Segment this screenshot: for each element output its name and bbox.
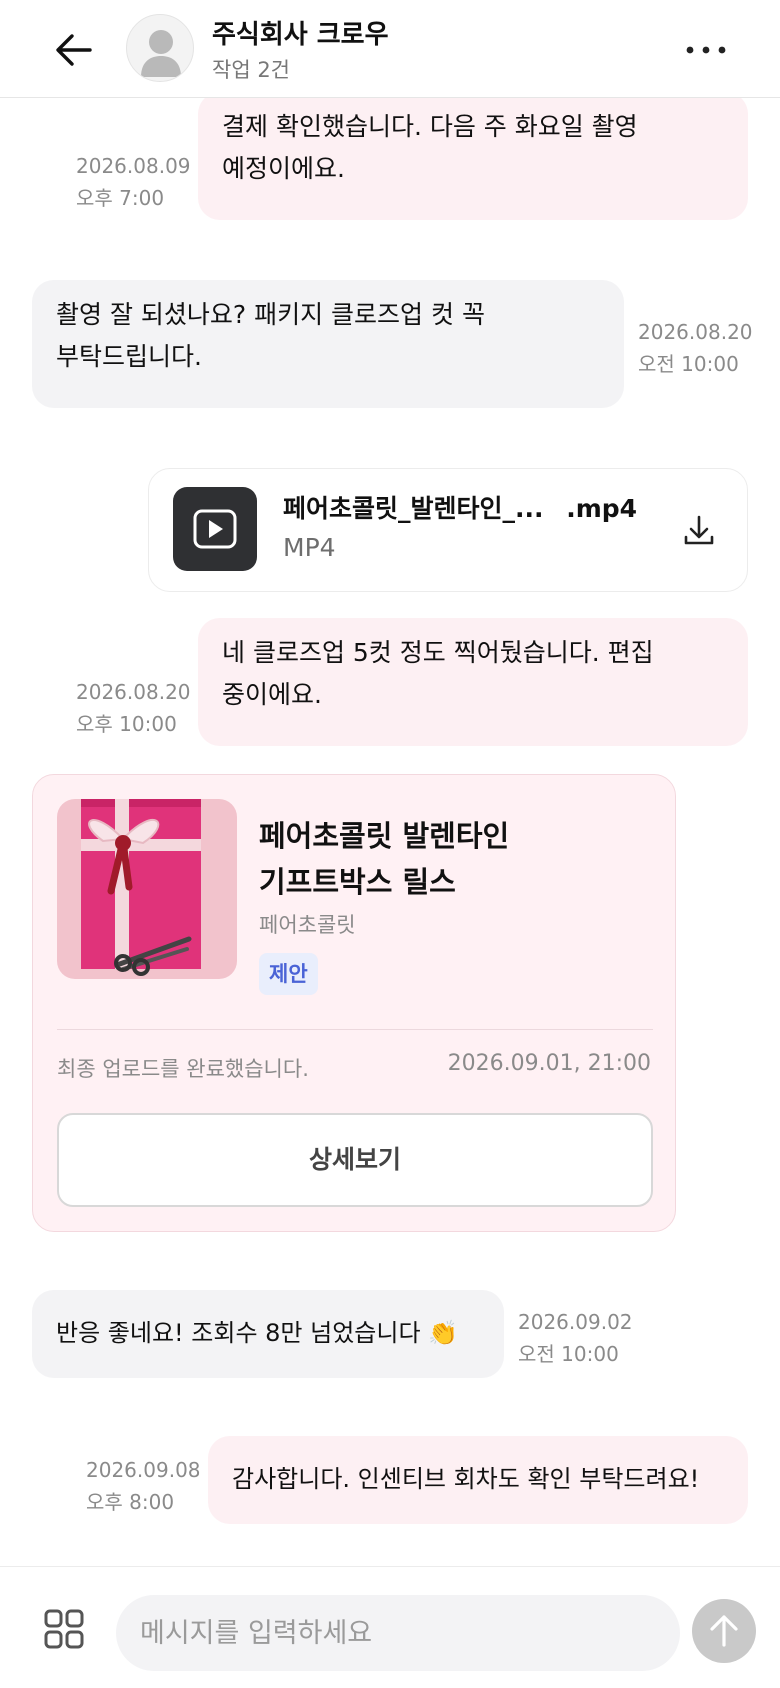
file-name-start: 페어초콜릿_발렌타인_...	[283, 494, 544, 523]
arrow-up-icon	[710, 1615, 738, 1647]
their-message-bubble: 반응 좋네요! 조회수 8만 넘었습니다 👏	[32, 1290, 504, 1378]
more-horizontal-icon	[686, 46, 726, 54]
file-attachment-card[interactable]: 페어초콜릿_발렌타인_... .mp4 MP4	[148, 468, 748, 592]
attachment-menu-button[interactable]	[42, 1607, 86, 1655]
my-message-bubble: 감사합니다. 인센티브 회차도 확인 부탁드려요!	[208, 1436, 748, 1524]
my-message-bubble: 결제 확인했습니다. 다음 주 화요일 촬영 예정이에요.	[198, 98, 748, 220]
message-timestamp: 2026.08.20 오전 10:00	[638, 316, 753, 380]
status-badge: 제안	[259, 953, 318, 995]
message-time: 오후 8:00	[86, 1490, 175, 1514]
grid-icon	[44, 1609, 84, 1649]
message-date: 2026.09.08	[86, 1458, 201, 1482]
message-input-bar	[0, 1566, 780, 1688]
video-thumbnail	[173, 487, 257, 571]
message-timestamp: 2026.08.20 오후 10:00	[76, 676, 191, 740]
message-date: 2026.08.09	[76, 154, 191, 178]
product-seller: 페어초콜릿	[259, 913, 356, 937]
job-count: 작업 2건	[212, 58, 290, 82]
user-icon	[141, 30, 181, 77]
play-icon	[193, 509, 237, 549]
view-details-button[interactable]: 상세보기	[57, 1113, 653, 1207]
back-button[interactable]	[50, 26, 98, 74]
chat-header: 주식회사 크로우 작업 2건	[0, 0, 780, 98]
file-type: MP4	[283, 533, 336, 562]
message-timestamp: 2026.09.08 오후 8:00	[86, 1454, 201, 1518]
product-card[interactable]: 페어초콜릿 발렌타인 기프트박스 릴스 페어초콜릿 제안 최종 업로드를 완료했…	[32, 774, 676, 1232]
message-timestamp: 2026.09.02 오전 10:00	[518, 1306, 633, 1370]
message-time: 오후 10:00	[76, 712, 177, 736]
my-message-bubble: 네 클로즈업 5컷 정도 찍어뒀습니다. 편집 중이에요.	[198, 618, 748, 746]
product-image	[57, 799, 237, 979]
message-date: 2026.08.20	[638, 320, 753, 344]
avatar[interactable]	[126, 14, 194, 82]
message-input[interactable]	[116, 1595, 680, 1671]
download-icon	[684, 515, 714, 545]
their-message-bubble: 촬영 잘 되셨나요? 패키지 클로즈업 컷 꼭 부탁드립니다.	[32, 280, 624, 408]
divider	[57, 1029, 653, 1030]
product-status-date: 2026.09.01, 21:00	[447, 1051, 651, 1076]
send-button[interactable]	[692, 1599, 756, 1663]
file-name: 페어초콜릿_발렌타인_... .mp4	[283, 489, 637, 525]
message-time: 오후 7:00	[76, 186, 165, 210]
product-status-text: 최종 업로드를 완료했습니다.	[57, 1057, 309, 1081]
file-extension: .mp4	[566, 494, 638, 523]
message-list[interactable]: 2026.08.09 오후 7:00 결제 확인했습니다. 다음 주 화요일 촬…	[0, 98, 780, 1566]
download-button[interactable]	[671, 503, 727, 559]
message-timestamp: 2026.08.09 오후 7:00	[76, 150, 191, 214]
message-date: 2026.09.02	[518, 1310, 633, 1334]
gift-box-image	[57, 799, 237, 979]
chat-partner-name: 주식회사 크로우	[212, 20, 389, 50]
product-title: 페어초콜릿 발렌타인 기프트박스 릴스	[259, 819, 510, 899]
more-options-button[interactable]	[680, 30, 736, 70]
arrow-left-icon	[56, 34, 92, 66]
message-time: 오전 10:00	[638, 352, 739, 376]
message-time: 오전 10:00	[518, 1342, 619, 1366]
message-date: 2026.08.20	[76, 680, 191, 704]
